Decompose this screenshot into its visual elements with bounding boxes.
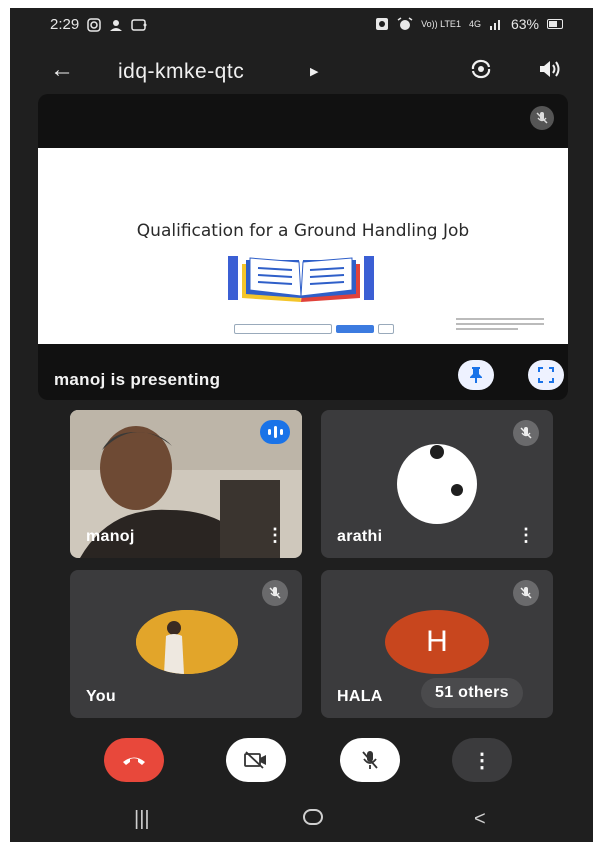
participant-name: You — [86, 688, 116, 705]
battery-percent: 63% — [510, 16, 539, 32]
instagram-icon — [87, 17, 101, 32]
profile-icon — [110, 19, 123, 31]
pin-icon — [470, 367, 482, 383]
fullscreen-icon — [538, 367, 554, 383]
speaking-indicator-icon — [260, 420, 290, 444]
mic-off-icon — [262, 580, 288, 606]
photo-icon — [376, 18, 389, 30]
battery-icon — [547, 19, 563, 29]
meeting-details-caret-icon[interactable]: ▶ — [310, 65, 318, 78]
mic-off-icon — [513, 580, 539, 606]
participant-name: HALA — [337, 688, 383, 705]
presenter-mic-off-icon — [530, 106, 554, 130]
back-arrow-icon[interactable]: ← — [50, 56, 74, 84]
slide-footnote — [456, 318, 544, 332]
cast-icon — [131, 18, 147, 31]
mic-off-icon — [362, 751, 378, 769]
presentation-panel[interactable]: Qualification for a Ground Handling Job — [38, 94, 568, 400]
participant-tile-you[interactable]: You — [70, 570, 302, 718]
slide-toolbar — [234, 324, 394, 334]
presenting-label: manoj is presenting — [54, 370, 221, 389]
status-bar: 2:29 Vo)) LTE1 4G 63% — [10, 8, 593, 44]
mic-toggle-button[interactable] — [340, 738, 400, 782]
more-vert-icon: ⋮ — [472, 749, 492, 772]
more-vert-icon[interactable]: ⋮ — [517, 525, 535, 546]
home-icon[interactable] — [302, 808, 324, 832]
book-illustration — [228, 256, 374, 302]
slide-title: Qualification for a Ground Handling Job — [136, 221, 470, 241]
hala-avatar: H — [385, 610, 489, 674]
meeting-code[interactable]: idq-kmke-qtc — [118, 60, 244, 84]
signal-icon — [489, 20, 500, 30]
pin-button[interactable] — [458, 360, 494, 390]
fullscreen-button[interactable] — [528, 360, 564, 390]
end-call-icon — [123, 757, 145, 765]
speaker-icon[interactable] — [538, 58, 562, 80]
others-count-chip[interactable]: 51 others — [421, 678, 523, 708]
status-time: 2:29 — [50, 16, 80, 33]
recent-apps-icon[interactable]: ||| — [134, 808, 150, 831]
network-label: Vo)) LTE1 — [421, 18, 461, 29]
call-controls: ⋮ — [10, 738, 593, 798]
alarm-icon — [397, 17, 413, 30]
participant-tile-arathi[interactable]: arathi ⋮ — [321, 410, 553, 558]
participant-tile-hala[interactable]: H HALA 51 others — [321, 570, 553, 718]
phone-screen: 2:29 Vo)) LTE1 4G 63% ← idq-kmke-qtc ▶ Q… — [10, 8, 593, 842]
participant-name: manoj — [86, 528, 135, 545]
end-call-button[interactable] — [104, 738, 164, 782]
mic-off-icon — [513, 420, 539, 446]
user-avatar — [136, 610, 238, 674]
camera-flip-icon[interactable] — [470, 59, 492, 79]
video-off-icon — [244, 751, 266, 769]
shared-slide: Qualification for a Ground Handling Job — [38, 148, 568, 344]
meeting-app-bar: ← idq-kmke-qtc ▶ — [10, 46, 593, 94]
participant-name: arathi — [337, 528, 383, 545]
participant-tile-manoj[interactable]: manoj ⋮ — [70, 410, 302, 558]
panda-avatar — [397, 444, 477, 524]
more-options-button[interactable]: ⋮ — [452, 738, 512, 782]
system-nav-bar: ||| < — [10, 798, 593, 842]
network-gen: 4G — [468, 18, 481, 29]
more-vert-icon[interactable]: ⋮ — [266, 525, 284, 546]
back-nav-icon[interactable]: < — [474, 808, 486, 831]
video-toggle-button[interactable] — [226, 738, 286, 782]
